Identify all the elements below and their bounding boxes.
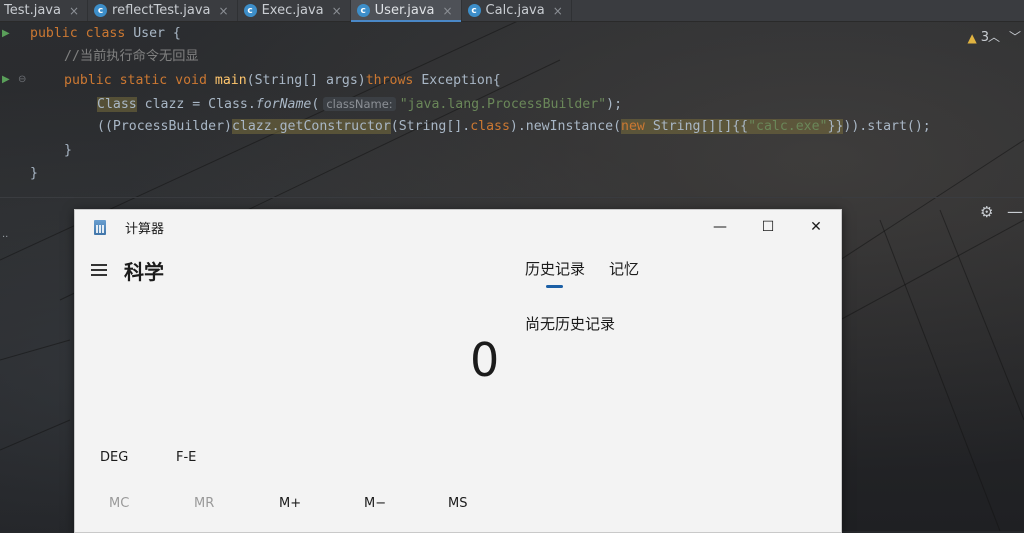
memory-add-button[interactable]: M+	[279, 496, 301, 511]
tab-label: Exec.java	[261, 3, 324, 18]
tab-label: Test.java	[4, 3, 61, 18]
history-empty-message: 尚无历史记录	[525, 315, 616, 333]
close-icon[interactable]: ×	[219, 4, 229, 18]
memory-store-button[interactable]: MS	[448, 496, 467, 511]
tab-calc-java[interactable]: c Calc.java ×	[462, 0, 572, 21]
tab-history[interactable]: 历史记录	[525, 258, 585, 279]
close-button[interactable]: ✕	[801, 216, 831, 238]
gear-icon[interactable]: ⚙	[980, 203, 993, 221]
class-icon: c	[356, 4, 370, 17]
menu-icon[interactable]	[91, 264, 107, 276]
parameter-hint: className:	[323, 97, 396, 111]
panel-divider	[0, 197, 1024, 198]
editor-tab-bar: Test.java × c reflectTest.java × c Exec.…	[0, 0, 1024, 22]
minimize-button[interactable]: —	[705, 216, 735, 238]
code-line-3: public static void main(String[] args)th…	[64, 73, 501, 88]
calculator-window: 计算器 — ☐ ✕ 科学 历史记录 记忆 尚无历史记录 0 DEG F-E MC…	[74, 209, 842, 533]
run-icon[interactable]: ▶	[2, 74, 10, 85]
tab-label: Calc.java	[485, 3, 545, 18]
class-icon: c	[467, 4, 481, 17]
code-line-1: public class User {	[30, 26, 181, 41]
tab-label: User.java	[374, 3, 435, 18]
code-line-4: Class clazz = Class.forName(className: "j…	[97, 97, 623, 112]
tab-label: reflectTest.java	[112, 3, 211, 18]
memory-recall-button[interactable]: MR	[194, 496, 214, 511]
memory-clear-button[interactable]: MC	[109, 496, 129, 511]
window-title: 计算器	[125, 222, 165, 237]
class-icon: c	[243, 4, 257, 17]
tab-test-java[interactable]: Test.java ×	[0, 0, 89, 21]
tab-memory[interactable]: 记忆	[609, 258, 639, 279]
run-icon[interactable]: ▶	[2, 28, 10, 39]
active-tab-indicator	[546, 285, 563, 288]
calculator-titlebar[interactable]: 计算器 — ☐ ✕	[75, 210, 841, 244]
code-line-5: ((ProcessBuilder)clazz.getConstructor(St…	[97, 119, 931, 134]
fe-button[interactable]: F-E	[176, 450, 196, 465]
close-icon[interactable]: ×	[332, 4, 342, 18]
warnings-indicator[interactable]: ▲ 3	[967, 30, 989, 45]
maximize-button[interactable]: ☐	[753, 216, 783, 238]
ellipsis-icon: ··	[2, 232, 9, 243]
tab-exec-java[interactable]: c Exec.java ×	[238, 0, 351, 21]
minimize-panel-icon[interactable]: —	[1007, 202, 1023, 221]
close-icon[interactable]: ×	[442, 4, 452, 18]
chevron-up-icon[interactable]: ︿	[988, 28, 1000, 45]
tab-reflecttest-java[interactable]: c reflectTest.java ×	[88, 0, 238, 21]
memory-subtract-button[interactable]: M−	[364, 496, 386, 511]
code-line-7: }	[30, 166, 38, 181]
mode-title: 科学	[124, 260, 164, 284]
chevron-down-icon[interactable]: ﹀	[1009, 28, 1021, 45]
tab-user-java[interactable]: c User.java ×	[350, 0, 462, 22]
angle-unit-button[interactable]: DEG	[100, 450, 128, 465]
code-line-6: }	[64, 143, 72, 158]
calculator-app-icon	[94, 220, 106, 235]
code-line-2: //当前执行命令无回显	[64, 49, 199, 64]
class-icon: c	[94, 4, 108, 17]
calculator-display: 0	[470, 333, 500, 387]
close-icon[interactable]: ×	[553, 4, 563, 18]
code-editor[interactable]: ▶ ▶ ⊖ public class User { //当前执行命令无回显 pu…	[0, 22, 1024, 197]
warning-icon: ▲	[967, 30, 977, 45]
close-icon[interactable]: ×	[69, 4, 79, 18]
fold-icon[interactable]: ⊖	[18, 74, 26, 85]
